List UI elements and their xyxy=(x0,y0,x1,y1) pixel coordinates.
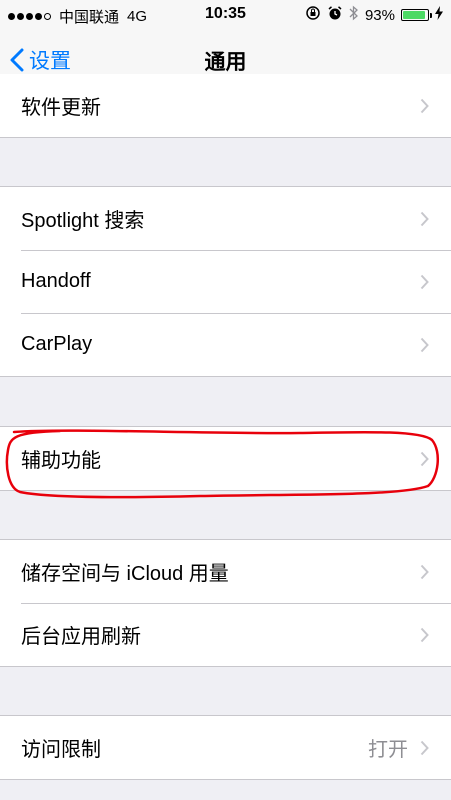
row-label: 后台应用刷新 xyxy=(21,626,141,648)
chevron-right-icon xyxy=(420,627,429,643)
status-bar: 中国联通 4G 10:35 93% xyxy=(0,0,451,30)
row-label: 辅助功能 xyxy=(21,450,101,472)
bluetooth-icon xyxy=(349,5,359,25)
spotlight-search-row[interactable]: Spotlight 搜索 xyxy=(0,187,451,250)
chevron-right-icon xyxy=(420,564,429,580)
chevron-right-icon xyxy=(420,451,429,467)
charging-bolt-icon xyxy=(435,6,443,24)
settings-group-software: 软件更新 xyxy=(0,74,451,138)
settings-group-features: Spotlight 搜索 Handoff CarPlay xyxy=(0,186,451,377)
restrictions-value: 打开 xyxy=(368,739,408,761)
rotation-lock-icon xyxy=(305,5,321,25)
settings-group-accessibility: 辅助功能 xyxy=(0,426,451,491)
background-refresh-row[interactable]: 后台应用刷新 xyxy=(0,603,451,666)
settings-group-storage: 储存空间与 iCloud 用量 后台应用刷新 xyxy=(0,539,451,667)
handoff-row[interactable]: Handoff xyxy=(0,250,451,313)
chevron-right-icon xyxy=(420,274,429,290)
row-label: CarPlay xyxy=(21,333,93,355)
page-title: 通用 xyxy=(204,51,247,74)
chevron-right-icon xyxy=(420,211,429,227)
row-label: 储存空间与 iCloud 用量 xyxy=(21,563,229,585)
row-label: 访问限制 xyxy=(21,739,101,761)
storage-icloud-row[interactable]: 储存空间与 iCloud 用量 xyxy=(0,540,451,603)
row-label: Handoff xyxy=(21,270,91,292)
chevron-right-icon xyxy=(420,337,429,353)
chevron-right-icon xyxy=(420,98,429,114)
accessibility-row[interactable]: 辅助功能 xyxy=(0,427,451,490)
alarm-icon xyxy=(327,5,343,25)
row-label: Spotlight 搜索 xyxy=(21,210,145,232)
restrictions-row[interactable]: 访问限制 打开 xyxy=(0,716,451,779)
status-right: 93% xyxy=(305,5,443,25)
carplay-row[interactable]: CarPlay xyxy=(0,313,451,376)
battery-icon xyxy=(401,9,432,21)
row-label: 软件更新 xyxy=(21,97,101,119)
chevron-right-icon xyxy=(420,740,429,756)
battery-percent: 93% xyxy=(364,6,395,24)
software-update-row[interactable]: 软件更新 xyxy=(0,74,451,137)
settings-group-restrictions: 访问限制 打开 xyxy=(0,715,451,780)
